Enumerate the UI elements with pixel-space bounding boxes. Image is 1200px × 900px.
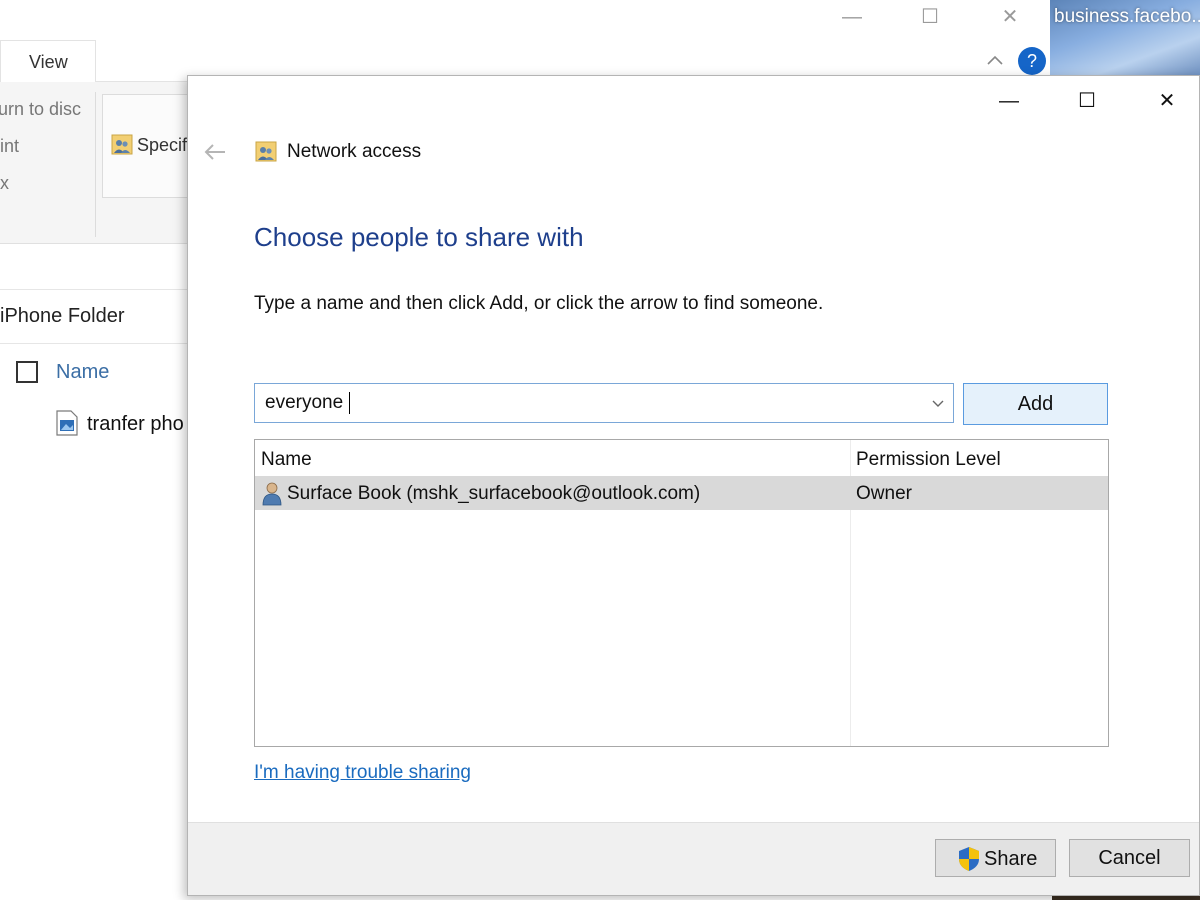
sharing-list: Name Permission Level Surface Book (mshk… — [254, 439, 1109, 747]
dialog-footer: Share Cancel — [188, 822, 1199, 895]
explorer-titlebar: — ☐ ✕ — [0, 0, 1050, 36]
ribbon-specific-people-label: Specifi — [137, 135, 192, 155]
ribbon-separator — [95, 92, 96, 237]
people-icon — [255, 141, 277, 162]
share-button-label: Share — [984, 848, 1038, 870]
help-icon[interactable]: ? — [1018, 47, 1046, 75]
chevron-down-icon[interactable] — [927, 392, 949, 414]
chevron-up-icon[interactable] — [985, 50, 1005, 70]
name-combobox[interactable] — [254, 383, 954, 423]
add-button[interactable]: Add — [963, 383, 1108, 425]
desktop-window-title: business.facebo... — [1054, 6, 1200, 27]
instruction-text: Type a name and then click Add, or click… — [254, 293, 824, 314]
cancel-button[interactable]: Cancel — [1069, 839, 1190, 877]
uac-shield-icon — [959, 847, 979, 871]
table-row[interactable]: Surface Book (mshk_surfacebook@outlook.c… — [255, 476, 1108, 510]
dialog-close-button[interactable]: ✕ — [1147, 88, 1187, 114]
people-icon — [111, 134, 133, 155]
ribbon-item-fax[interactable]: x — [0, 173, 9, 194]
column-header-name[interactable]: Name — [261, 449, 312, 471]
name-input[interactable] — [255, 384, 915, 422]
user-icon — [262, 482, 282, 506]
dialog-minimize-button[interactable]: — — [989, 88, 1029, 114]
ribbon-item-print[interactable]: int — [0, 136, 19, 157]
image-file-icon — [56, 410, 78, 436]
network-access-dialog: — ☐ ✕ Network access Choose people to sh… — [187, 75, 1200, 896]
column-header-permission-level[interactable]: Permission Level — [856, 449, 1001, 471]
select-all-checkbox[interactable] — [16, 361, 38, 383]
explorer-minimize-button[interactable]: — — [832, 4, 872, 30]
share-button[interactable]: Share — [935, 839, 1056, 877]
file-item-name[interactable]: tranfer pho — [87, 413, 184, 436]
tab-view[interactable]: View — [0, 40, 96, 83]
ribbon-item-burn-to-disc[interactable]: urn to disc — [0, 99, 81, 120]
dialog-title: Network access — [287, 141, 422, 162]
text-caret — [349, 392, 350, 414]
folder-title: iPhone Folder — [0, 305, 125, 327]
row-user-name: Surface Book (mshk_surfacebook@outlook.c… — [287, 483, 701, 504]
dialog-maximize-button[interactable]: ☐ — [1067, 88, 1107, 114]
page-heading: Choose people to share with — [254, 222, 584, 252]
row-permission-level[interactable]: Owner — [856, 483, 912, 505]
tab-view-label: View — [29, 52, 68, 72]
explorer-close-button[interactable]: ✕ — [990, 4, 1030, 30]
back-arrow-icon[interactable] — [202, 139, 228, 165]
explorer-maximize-button[interactable]: ☐ — [910, 4, 950, 30]
trouble-sharing-link[interactable]: I'm having trouble sharing — [254, 762, 471, 784]
desktop-background: business.facebo... — [1050, 0, 1200, 76]
column-header-name[interactable]: Name — [56, 361, 109, 384]
